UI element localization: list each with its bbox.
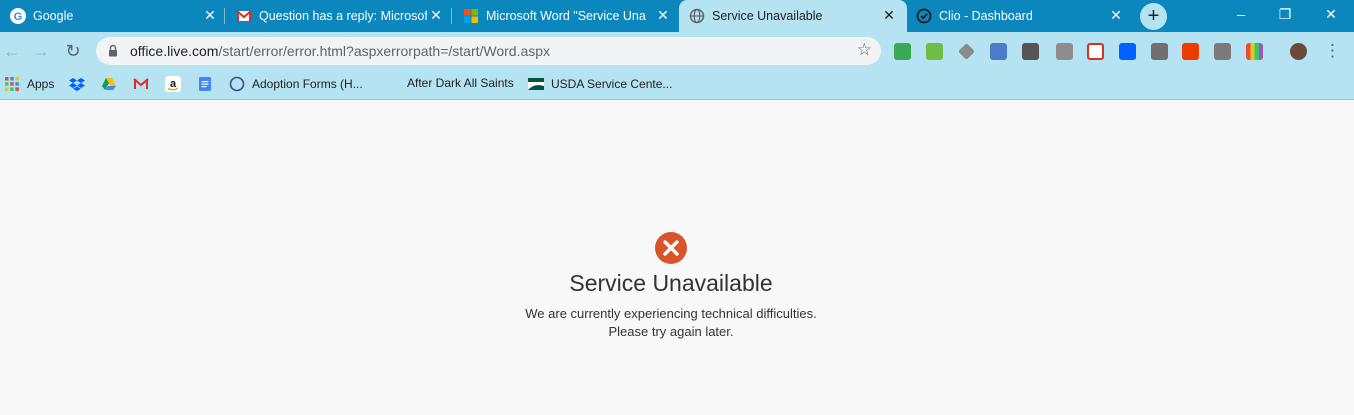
tab-strip: G Google ✕ Question has a reply: Microso… <box>0 0 1354 32</box>
apps-grid-icon <box>5 77 19 91</box>
svg-text:a: a <box>170 78 177 90</box>
tab-divider <box>451 8 452 24</box>
microsoft-icon <box>464 9 478 23</box>
bookmark-adoption-forms[interactable]: Adoption Forms (H... <box>229 76 363 94</box>
clio-icon <box>916 8 932 24</box>
menu-icon[interactable]: ⋮ <box>1324 40 1341 62</box>
google-icon: G <box>10 8 26 24</box>
gmail-extension-icon[interactable] <box>1087 43 1104 60</box>
new-tab-button[interactable]: + <box>1140 3 1167 30</box>
close-icon[interactable]: ✕ <box>428 7 444 23</box>
bookmark-gmail[interactable] <box>133 76 149 94</box>
grammar-extension-icon[interactable] <box>926 43 943 60</box>
dropbox-icon <box>69 78 85 91</box>
window-close-button[interactable]: ✕ <box>1308 0 1354 32</box>
bookmark-drive[interactable] <box>101 76 117 94</box>
forward-button[interactable]: → <box>29 39 53 63</box>
tab-title: Service Unavailable <box>712 9 823 23</box>
office-extension-icon[interactable] <box>1182 43 1199 60</box>
bookmark-label: After Dark All Saints <box>407 76 514 90</box>
globe-icon <box>689 8 705 24</box>
tab-title: Clio - Dashboard <box>939 9 1033 23</box>
address-bar[interactable]: office.live.com/start/error/error.html?a… <box>96 37 881 65</box>
tab-divider <box>224 8 225 24</box>
tab-service-unavailable[interactable]: Service Unavailable ✕ <box>679 0 907 32</box>
translate-extension-icon[interactable] <box>1056 43 1073 60</box>
error-x-icon <box>655 232 687 264</box>
avatar[interactable] <box>1290 43 1307 60</box>
close-icon[interactable]: ✕ <box>655 7 671 23</box>
color-extension-icon[interactable] <box>1246 43 1263 60</box>
bookmark-label: USDA Service Cente... <box>551 77 673 91</box>
svg-text:G: G <box>14 11 23 23</box>
toolbar: ← → ↻ office.live.com/start/error/error.… <box>0 32 1354 70</box>
tab-title: Question has a reply: Microsoft <box>259 9 427 23</box>
bookmark-dropbox[interactable] <box>69 76 85 94</box>
tab-title: Microsoft Word "Service Unav... <box>486 9 646 23</box>
amazon-icon: a <box>165 76 181 92</box>
circle-icon <box>229 76 245 92</box>
keep-extension-icon[interactable] <box>1022 43 1039 60</box>
minimize-button[interactable]: – <box>1218 0 1264 32</box>
page-content: Service Unavailable We are currently exp… <box>0 101 1354 415</box>
pdf-extension-icon[interactable] <box>1151 43 1168 60</box>
tab-google[interactable]: G Google ✕ <box>0 0 228 32</box>
lock-icon <box>109 44 117 57</box>
gmail-icon <box>133 78 149 89</box>
tab-title: Google <box>33 9 74 23</box>
reload-button[interactable]: ↻ <box>61 39 85 63</box>
bookmark-label: Adoption Forms (H... <box>252 77 363 91</box>
calendar-3d-extension-icon[interactable] <box>990 43 1007 60</box>
screenshot-extension-icon[interactable] <box>1214 43 1231 60</box>
tab-gmail[interactable]: Question has a reply: Microsoft ✕ <box>226 0 454 32</box>
maximize-button[interactable]: ❐ <box>1262 0 1308 32</box>
tag-extension-icon[interactable] <box>958 43 975 60</box>
drive-icon <box>102 78 116 90</box>
dropbox-extension-icon[interactable] <box>1119 43 1136 60</box>
docs-icon <box>199 77 211 91</box>
bookmark-label: Apps <box>27 77 55 91</box>
usda-icon <box>528 78 544 90</box>
close-icon[interactable]: ✕ <box>202 7 218 23</box>
bookmark-apps[interactable]: Apps <box>4 76 54 94</box>
url-text: office.live.com/start/error/error.html?a… <box>130 43 550 59</box>
back-button[interactable]: ← <box>0 39 24 63</box>
url-path: /start/error/error.html?aspxerrorpath=/s… <box>218 43 551 59</box>
error-message-line-1: We are currently experiencing technical … <box>525 306 817 321</box>
bookmark-docs[interactable] <box>197 76 213 94</box>
close-icon[interactable]: ✕ <box>881 7 897 23</box>
close-icon[interactable]: ✕ <box>1108 7 1124 23</box>
bookmarks-bar: Apps a Adoption Forms (H... After Dark A… <box>0 70 1354 100</box>
bookmark-usda[interactable]: USDA Service Cente... <box>528 76 672 94</box>
url-host: office.live.com <box>130 43 219 59</box>
gmail-icon <box>236 10 252 21</box>
bookmark-star-icon[interactable]: ☆ <box>857 40 872 60</box>
error-message-line-2: Please try again later. <box>608 324 734 339</box>
print-extension-icon[interactable] <box>894 43 911 60</box>
bookmark-amazon[interactable]: a <box>165 76 181 94</box>
tab-microsoft-word[interactable]: Microsoft Word "Service Unav... ✕ <box>453 0 681 32</box>
bookmark-after-dark[interactable]: After Dark All Saints <box>407 76 514 94</box>
error-title: Service Unavailable <box>569 270 773 296</box>
tab-clio[interactable]: Clio - Dashboard ✕ <box>906 0 1134 32</box>
